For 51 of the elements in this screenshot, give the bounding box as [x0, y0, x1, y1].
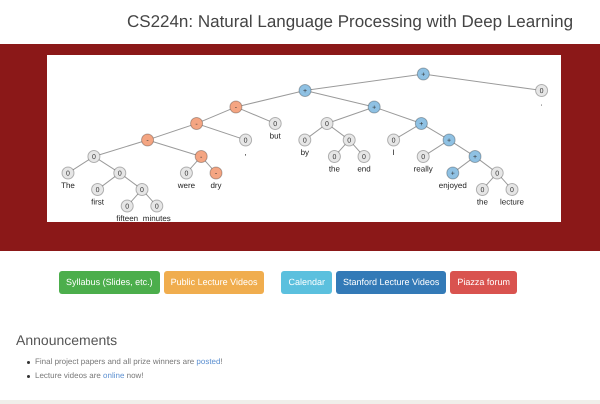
word-label: but [270, 132, 281, 140]
word-label: I [392, 148, 395, 157]
tree-edge [102, 176, 116, 186]
tree-edge [309, 126, 323, 137]
word-label: really [414, 164, 433, 174]
tree-edge [72, 159, 90, 170]
word-label: fifteen [116, 214, 138, 222]
word-label: enjoyed [438, 181, 467, 190]
tree-edge [379, 108, 416, 122]
tree-edge [99, 141, 142, 156]
tree-edge [124, 176, 138, 186]
nav-button[interactable]: Stanford Lecture Videos [336, 271, 446, 294]
word-label: lecture [500, 198, 524, 206]
word-label: by [300, 148, 310, 157]
tree-edge [398, 126, 417, 138]
word-label: end [357, 164, 371, 174]
bullet-icon [27, 374, 30, 378]
nav-button[interactable]: Public Lecture Videos [164, 271, 264, 294]
tree-edge [479, 160, 493, 170]
announcement-link[interactable]: posted [196, 357, 220, 366]
word-label: , [244, 148, 247, 157]
nav-button[interactable]: Syllabus (Slides, etc.) [59, 271, 160, 294]
word-label: the [476, 198, 488, 206]
announcement-text: Final project papers and all prize winners are posted! [35, 356, 223, 368]
nav-button[interactable]: Calendar [281, 271, 332, 294]
tree-edge [332, 108, 369, 122]
word-label: minutes [142, 214, 171, 222]
tree-edge [426, 126, 444, 138]
word-label: The [61, 181, 75, 190]
tree-edge [202, 124, 240, 139]
tree-edge [241, 91, 300, 106]
tree-edge [152, 141, 196, 156]
announcement-link[interactable]: online [103, 371, 124, 380]
announcements-heading: Announcements [16, 331, 118, 350]
tree-edge [428, 142, 445, 154]
tree-edge [152, 124, 192, 139]
tree-edge [457, 160, 471, 170]
word-label: were [178, 181, 196, 190]
bullet-icon [27, 360, 30, 364]
tree-edge [454, 142, 470, 154]
tree-edge [98, 159, 116, 170]
page-title: CS224n: Natural Language Processing with Deep Learning [126, 11, 574, 34]
word-label: first [91, 198, 104, 206]
word-label: . [540, 98, 543, 108]
tree-edge [202, 108, 231, 122]
announcement-text: Lecture videos are online now! [35, 370, 144, 382]
nav-button[interactable]: Piazza forum [450, 271, 517, 294]
word-label: the [328, 164, 340, 174]
word-label: dry [210, 181, 222, 190]
tree-edge [331, 126, 345, 137]
tree-edge [240, 108, 270, 122]
